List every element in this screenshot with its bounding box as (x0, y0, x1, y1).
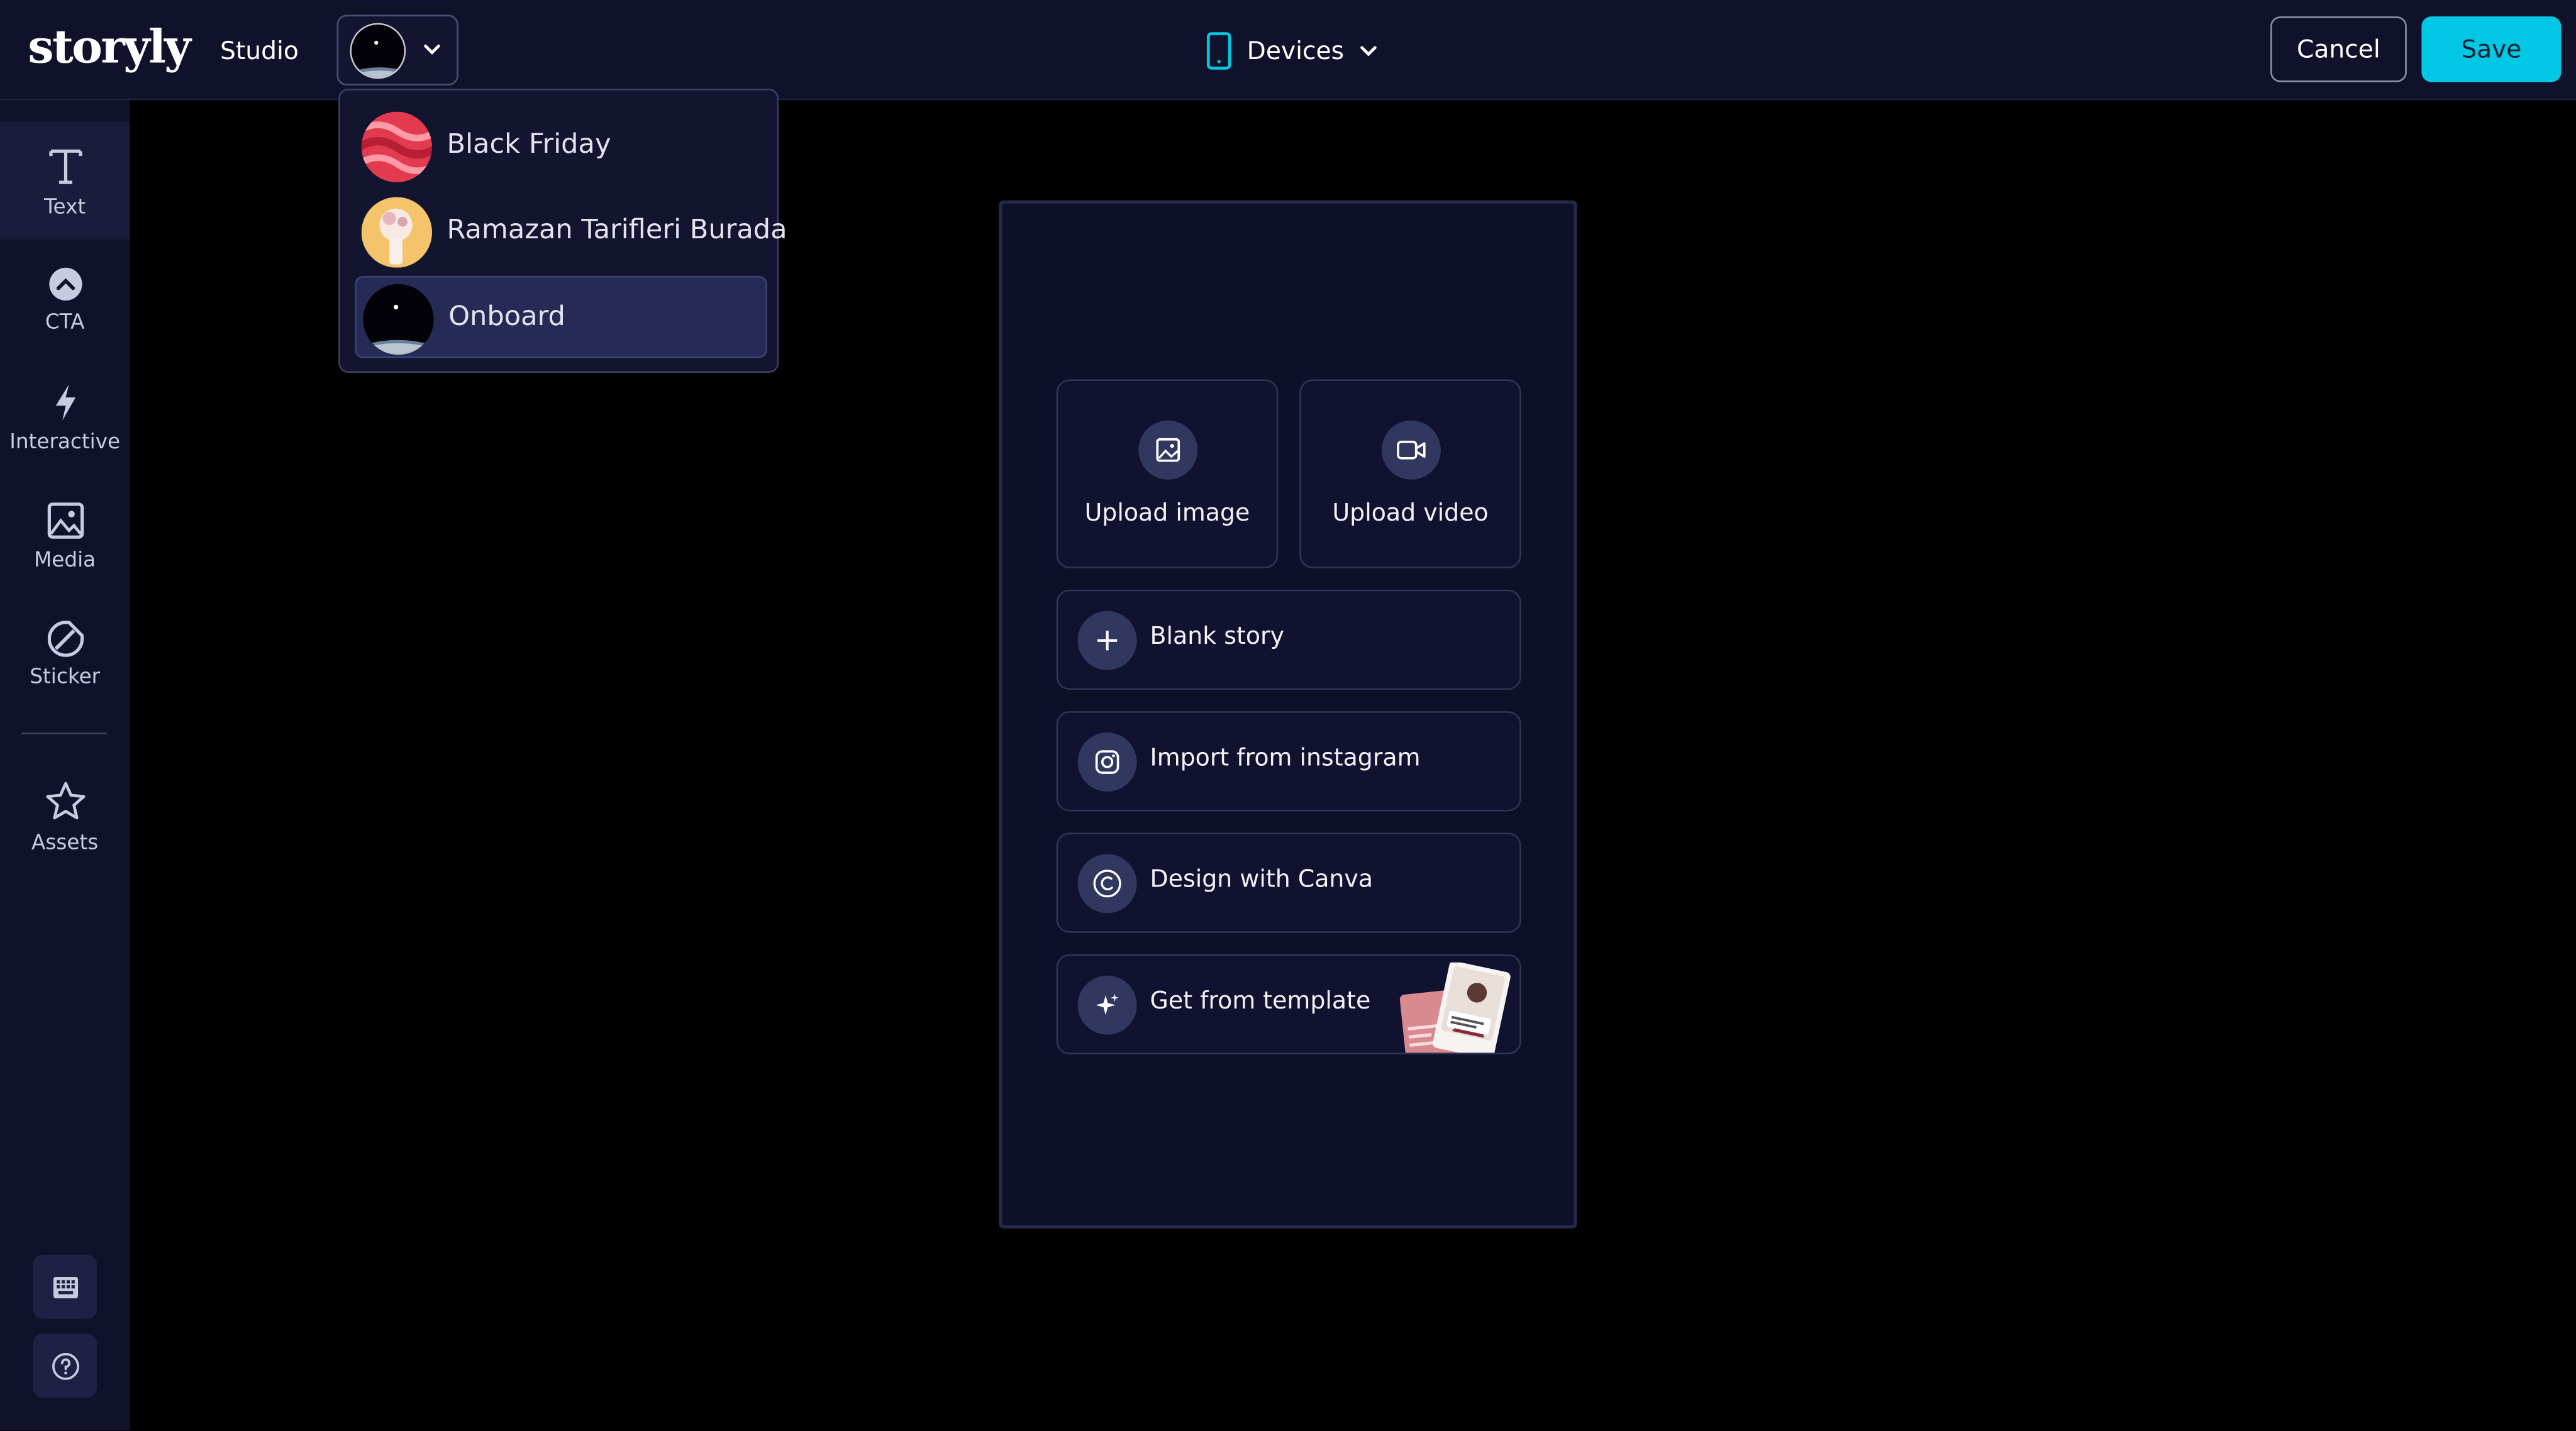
help-icon (51, 1352, 79, 1379)
lightning-icon (55, 383, 75, 420)
upload-video-label: Upload video (1332, 500, 1489, 528)
upload-image-icon-circle (1137, 420, 1197, 480)
story-option-label: Black Friday (447, 128, 611, 160)
keyboard-shortcuts-button[interactable] (33, 1254, 97, 1319)
sidebar-item-label: Interactive (9, 428, 121, 453)
blank-story-button[interactable]: Blank story (1056, 589, 1521, 690)
design-with-canva-label: Design with Canva (1150, 867, 1374, 894)
upload-image-label: Upload image (1084, 500, 1250, 528)
sidebar-item-label: CTA (45, 307, 85, 333)
template-preview-thumbnail (1399, 962, 1511, 1053)
image-icon (47, 502, 83, 538)
story-option-label: Ramazan Tarifleri Burada (447, 213, 787, 245)
cancel-button[interactable]: Cancel (2270, 16, 2407, 82)
text-icon (48, 148, 82, 184)
sidebar-item-media[interactable]: Media (0, 477, 130, 595)
story-option-ramazan[interactable]: Ramazan Tarifleri Burada (355, 191, 787, 273)
story-avatar (363, 284, 434, 355)
save-button[interactable]: Save (2421, 16, 2562, 82)
mobile-device-icon (1206, 32, 1231, 70)
tool-sidebar: Text CTA Interactive Media Sticker Asset… (0, 100, 130, 1431)
chevron-down-icon (1360, 46, 1377, 57)
story-dropdown-menu: Black Friday Ramazan Tarifleri Burada On… (338, 89, 787, 373)
cta-icon (48, 267, 82, 300)
sidebar-item-cta[interactable]: CTA (0, 240, 130, 358)
story-avatar (361, 197, 433, 268)
storyly-logo[interactable]: storyly (28, 19, 191, 74)
sidebar-item-label: Sticker (30, 663, 101, 688)
instagram-icon (1095, 750, 1119, 774)
sparkle-icon-circle (1077, 975, 1137, 1035)
keyboard-icon (52, 1276, 77, 1298)
sidebar-item-sticker[interactable]: Sticker (0, 595, 130, 713)
sidebar-item-assets[interactable]: Assets (0, 757, 130, 875)
chevron-down-icon (424, 44, 440, 55)
upload-video-button[interactable]: Upload video (1299, 379, 1521, 568)
image-icon (1155, 438, 1179, 462)
story-option-label: Onboard (448, 301, 565, 332)
story-avatar (361, 111, 433, 182)
top-bar: storyly Studio Devices Cancel Save (0, 0, 2576, 101)
sidebar-item-label: Assets (31, 828, 99, 854)
blank-story-label: Blank story (1150, 624, 1285, 651)
sidebar-divider (21, 732, 107, 734)
sidebar-item-label: Media (34, 546, 96, 571)
help-button[interactable] (33, 1334, 97, 1398)
sparkle-icon (1096, 993, 1119, 1015)
blank-story-icon-circle (1077, 611, 1137, 670)
sidebar-item-interactive[interactable]: Interactive (0, 358, 130, 476)
devices-label: Devices (1246, 36, 1345, 66)
instagram-icon-circle (1077, 732, 1137, 792)
sticker-icon (47, 620, 83, 656)
sidebar-item-label: Text (44, 192, 86, 218)
import-instagram-label: Import from instagram (1150, 745, 1421, 772)
story-option-onboard[interactable]: Onboard (355, 275, 767, 358)
story-option-black-friday[interactable]: Black Friday (355, 105, 767, 187)
story-canvas: Upload image Upload video Blank story Im… (999, 200, 1577, 1229)
current-story-thumbnail (350, 23, 406, 79)
story-selector-dropdown[interactable] (336, 14, 458, 86)
get-from-template-button[interactable]: Get from template (1056, 954, 1521, 1055)
plus-icon (1097, 631, 1118, 651)
upload-video-icon-circle (1380, 420, 1440, 480)
design-with-canva-button[interactable]: Design with Canva (1056, 832, 1521, 933)
devices-dropdown[interactable]: Devices (1204, 31, 1380, 71)
get-from-template-label: Get from template (1150, 988, 1371, 1015)
canva-icon-circle (1077, 854, 1137, 914)
sidebar-item-text[interactable]: Text (0, 121, 130, 240)
canva-icon (1093, 870, 1121, 898)
upload-image-button[interactable]: Upload image (1056, 379, 1279, 568)
video-camera-icon (1396, 440, 1425, 460)
star-icon (45, 781, 85, 819)
studio-label: Studio (220, 36, 299, 66)
import-instagram-button[interactable]: Import from instagram (1056, 711, 1521, 812)
